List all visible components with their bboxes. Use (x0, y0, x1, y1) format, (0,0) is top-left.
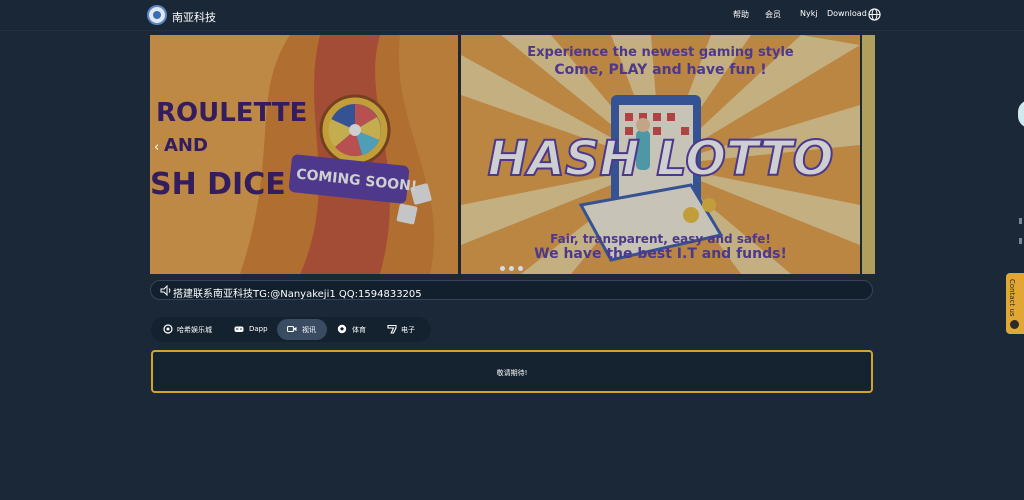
carousel-dot[interactable] (509, 266, 514, 271)
tab-sports[interactable]: 体育 (331, 319, 379, 340)
brand-name[interactable]: 南亚科技 (172, 9, 216, 25)
slot-machine-icon (387, 324, 397, 334)
roulette-line1: ROULETTE (156, 98, 308, 128)
nav-member-link[interactable]: 会员 (765, 9, 781, 20)
nav-nykj-link[interactable]: Nykj (800, 9, 818, 18)
carousel-dot[interactable] (518, 266, 523, 271)
contact-us-label: Contact us (1008, 279, 1016, 317)
hash-lotto-top2: Come, PLAY and have fun ! (554, 62, 767, 78)
banner-slide-next[interactable] (862, 35, 875, 274)
announcement-text: 搭建联系南亚科技TG:@Nanyakeji1 QQ:1594833205 (173, 289, 422, 300)
nav-download-link[interactable]: Download (827, 9, 867, 18)
hash-lotto-bottom1: Fair, transparent, easy and safe! (550, 232, 771, 246)
contact-us-tab[interactable]: Contact us (1006, 273, 1024, 334)
tab-label: 体育 (352, 326, 366, 334)
nav-help-link[interactable]: 帮助 (733, 9, 749, 20)
content-panel: 敬请期待! (151, 350, 873, 393)
banner-carousel[interactable]: ROULETTE AND SH DICE COMING SOON! Experi… (150, 35, 875, 274)
hash-lotto-top1: Experience the newest gaming style (527, 45, 794, 60)
contact-arrow-icon (1010, 320, 1019, 329)
tab-electronic[interactable]: 电子 (381, 319, 427, 340)
floating-chat-bubble[interactable] (1018, 100, 1024, 128)
carousel-pagination (500, 266, 525, 271)
tab-label: Dapp (249, 325, 268, 333)
globe-icon[interactable] (868, 8, 881, 21)
side-scroll-marks (1019, 218, 1022, 244)
top-header: 南亚科技 帮助 会员 Nykj Download (0, 0, 1024, 31)
gamepad-icon (234, 326, 244, 332)
brand-logo-icon[interactable] (147, 5, 167, 25)
tab-label: 电子 (401, 326, 415, 334)
announcement-bar: 搭建联系南亚科技TG:@Nanyakeji1 QQ:1594833205 (150, 280, 873, 300)
video-camera-icon (287, 325, 297, 333)
roulette-line2: AND (164, 135, 208, 156)
coming-soon-message: 敬请期待! (496, 369, 528, 377)
hash-lotto-title: HASH LOTTO (487, 130, 835, 188)
banner-slide-hash-lotto[interactable]: Experience the newest gaming style Come,… (461, 35, 860, 274)
soccer-ball-icon (337, 324, 347, 334)
roulette-line3: SH DICE (150, 167, 286, 202)
carousel-prev-arrow-icon[interactable]: ‹ (154, 140, 159, 155)
speaker-icon (160, 285, 171, 296)
tab-dapp[interactable]: Dapp (227, 319, 275, 340)
carousel-dot[interactable] (500, 266, 505, 271)
category-tab-bar: 哈希娱乐城 Dapp 视讯 体育 电子 (151, 317, 431, 342)
tab-label: 视讯 (302, 326, 316, 334)
chip-icon (163, 324, 173, 334)
hash-lotto-bottom2: We have the best I.T and funds! (534, 246, 787, 262)
tab-label: 哈希娱乐城 (177, 326, 212, 334)
tab-live-video[interactable]: 视讯 (277, 319, 327, 340)
tab-hash-casino[interactable]: 哈希娱乐城 (155, 319, 225, 340)
banner-slide-roulette[interactable]: ROULETTE AND SH DICE COMING SOON! (150, 35, 458, 274)
